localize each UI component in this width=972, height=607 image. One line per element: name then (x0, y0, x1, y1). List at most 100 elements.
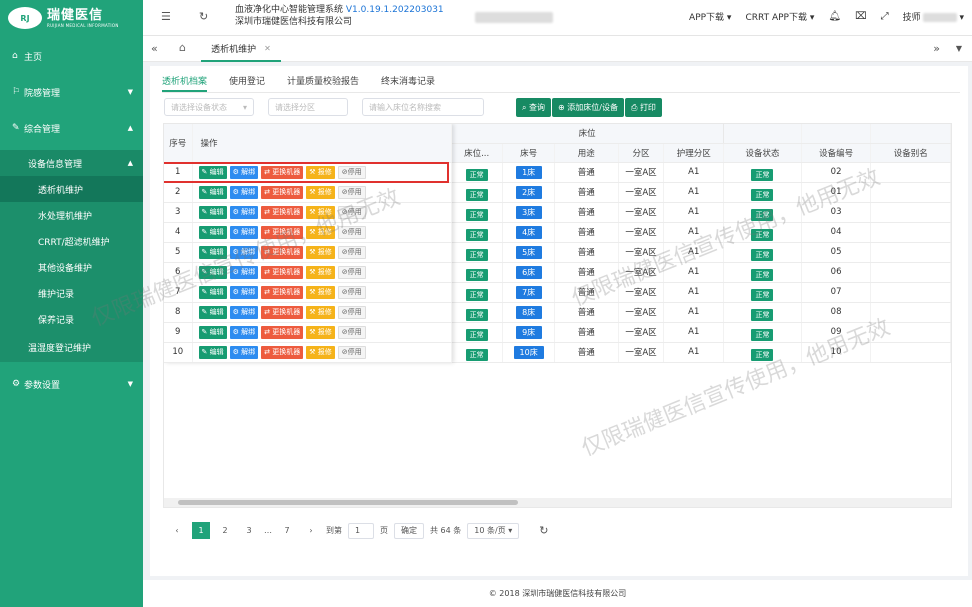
goto-page-input[interactable]: 1 (348, 522, 374, 539)
repair-button[interactable]: ⚒ 报修 (306, 285, 335, 299)
subtab-calibration[interactable]: 计量质量校验报告 (287, 70, 359, 92)
replace-machine-button[interactable]: ⇄ 更换机器 (261, 185, 304, 199)
repair-button[interactable]: ⚒ 报修 (306, 325, 335, 339)
sidebar-item-maint-record[interactable]: 维护记录 (0, 280, 143, 306)
subtab-disinfection[interactable]: 终末消毒记录 (381, 70, 435, 92)
edit-button[interactable]: ✎ 编辑 (198, 225, 227, 239)
edit-button[interactable]: ✎ 编辑 (198, 325, 227, 339)
unbind-button[interactable]: ⚙ 解绑 (229, 325, 259, 339)
disable-button[interactable]: ⊘ 停用 (337, 225, 366, 239)
sidebar-item-water[interactable]: 水处理机维护 (0, 202, 143, 228)
unbind-button[interactable]: ⚙ 解绑 (229, 245, 259, 259)
repair-button[interactable]: ⚒ 报修 (306, 345, 335, 359)
unbind-button[interactable]: ⚙ 解绑 (229, 345, 259, 359)
column-header-bed-no[interactable]: 床号 (502, 143, 556, 163)
page-2[interactable]: 2 (216, 522, 234, 539)
replace-machine-button[interactable]: ⇄ 更换机器 (261, 345, 304, 359)
edit-button[interactable]: ✎ 编辑 (198, 185, 227, 199)
column-header-area[interactable]: 分区 (618, 143, 665, 163)
home-tab-icon[interactable]: ⌂ (179, 41, 186, 54)
unbind-button[interactable]: ⚙ 解绑 (229, 285, 259, 299)
replace-machine-button[interactable]: ⇄ 更换机器 (261, 305, 304, 319)
area-select[interactable]: 请选择分区 (268, 98, 348, 116)
sidebar-item-general[interactable]: ✎ 综合管理 ▲ (0, 114, 143, 142)
next-page-button[interactable]: › (302, 522, 320, 539)
edit-button[interactable]: ✎ 编辑 (198, 265, 227, 279)
prev-page-button[interactable]: ‹ (168, 522, 186, 539)
edit-button[interactable]: ✎ 编辑 (198, 305, 227, 319)
disable-button[interactable]: ⊘ 停用 (337, 205, 366, 219)
sidebar-item-home[interactable]: ⌂ 主页 (0, 42, 143, 70)
page-3[interactable]: 3 (240, 522, 258, 539)
bell-icon[interactable]: 🔔︎ (828, 11, 841, 22)
menu-toggle-icon[interactable]: ☰ (161, 10, 171, 23)
refresh-icon[interactable]: ↻ (539, 524, 548, 537)
replace-machine-button[interactable]: ⇄ 更换机器 (261, 205, 304, 219)
disable-button[interactable]: ⊘ 停用 (337, 245, 366, 259)
scrollbar-thumb[interactable] (178, 500, 518, 505)
close-icon[interactable]: ✕ (264, 44, 271, 53)
user-menu[interactable]: 技师 ▾ (903, 10, 964, 23)
edit-button[interactable]: ✎ 编辑 (198, 285, 227, 299)
sidebar-item-infection[interactable]: ⚐ 院感管理 ▼ (0, 78, 143, 106)
tag-icon[interactable]: ⌧ (855, 11, 867, 22)
print-button[interactable]: ⎙ 打印 (624, 98, 662, 117)
replace-machine-button[interactable]: ⇄ 更换机器 (261, 265, 304, 279)
disable-button[interactable]: ⊘ 停用 (337, 265, 366, 279)
disable-button[interactable]: ⊘ 停用 (337, 285, 366, 299)
unbind-button[interactable]: ⚙ 解绑 (229, 265, 259, 279)
column-header-bed-status[interactable]: 床位... (451, 143, 504, 163)
app-download-menu[interactable]: APP下载 ▾ (689, 10, 731, 23)
page-size-select[interactable]: 10 条/页 ▾ (467, 522, 520, 539)
column-header-usage[interactable]: 用途 (554, 143, 619, 163)
unbind-button[interactable]: ⚙ 解绑 (229, 205, 259, 219)
edit-button[interactable]: ✎ 编辑 (198, 345, 227, 359)
fullscreen-icon[interactable]: ⤢ (881, 11, 889, 22)
tabs-scroll-right-icon[interactable]: » (933, 42, 940, 55)
disable-button[interactable]: ⊘ 停用 (337, 325, 366, 339)
device-status-select[interactable]: 请选择设备状态 ▾ (164, 98, 254, 116)
bed-search-input[interactable]: 请输入床位名称搜索 (362, 98, 484, 116)
repair-button[interactable]: ⚒ 报修 (306, 265, 335, 279)
sidebar-item-humidity[interactable]: 温湿度登记维护 (0, 332, 143, 362)
unbind-button[interactable]: ⚙ 解绑 (229, 225, 259, 239)
unbind-button[interactable]: ⚙ 解绑 (229, 305, 259, 319)
sidebar-item-crrt[interactable]: CRRT/超滤机维护 (0, 228, 143, 254)
add-bed-device-button[interactable]: ⊕ 添加床位/设备 (552, 98, 624, 117)
column-header-device-no[interactable]: 设备编号 (801, 143, 872, 163)
unbind-button[interactable]: ⚙ 解绑 (229, 185, 259, 199)
disable-button[interactable]: ⊘ 停用 (337, 185, 366, 199)
repair-button[interactable]: ⚒ 报修 (306, 225, 335, 239)
query-button[interactable]: ⌕ 查询 (516, 98, 552, 117)
page-1[interactable]: 1 (192, 522, 210, 539)
sidebar-item-other[interactable]: 其他设备维护 (0, 254, 143, 280)
horizontal-scrollbar[interactable] (164, 498, 951, 507)
disable-button[interactable]: ⊘ 停用 (337, 305, 366, 319)
refresh-icon[interactable]: ↻ (199, 10, 208, 23)
tab-dialysis-maintenance[interactable]: 透析机维护 ✕ (201, 36, 281, 62)
repair-button[interactable]: ⚒ 报修 (306, 185, 335, 199)
sidebar-item-dialysis[interactable]: 透析机维护 (0, 176, 143, 202)
repair-button[interactable]: ⚒ 报修 (306, 205, 335, 219)
repair-button[interactable]: ⚒ 报修 (306, 245, 335, 259)
tabs-scroll-left-icon[interactable]: « (151, 42, 158, 55)
sidebar-item-care-record[interactable]: 保养记录 (0, 306, 143, 332)
sidebar-item-params[interactable]: ⚙ 参数设置 ▼ (0, 370, 143, 398)
subtab-usage[interactable]: 使用登记 (229, 70, 265, 92)
crrt-download-menu[interactable]: CRRT APP下载 ▾ (745, 10, 814, 23)
edit-button[interactable]: ✎ 编辑 (198, 205, 227, 219)
repair-button[interactable]: ⚒ 报修 (306, 305, 335, 319)
column-header-device-status[interactable]: 设备状态 (723, 143, 802, 163)
replace-machine-button[interactable]: ⇄ 更换机器 (261, 225, 304, 239)
disable-button[interactable]: ⊘ 停用 (337, 345, 366, 359)
replace-machine-button[interactable]: ⇄ 更换机器 (261, 285, 304, 299)
column-header-device-alias[interactable]: 设备别名 (870, 143, 951, 163)
goto-confirm-button[interactable]: 确定 (394, 522, 424, 539)
edit-button[interactable]: ✎ 编辑 (198, 245, 227, 259)
replace-machine-button[interactable]: ⇄ 更换机器 (261, 245, 304, 259)
subtab-archive[interactable]: 透析机档案 (162, 70, 208, 92)
replace-machine-button[interactable]: ⇄ 更换机器 (261, 325, 304, 339)
page-7[interactable]: 7 (278, 522, 296, 539)
chevron-down-icon[interactable]: ▼ (956, 44, 962, 53)
page-ellipsis[interactable]: … (264, 526, 272, 535)
